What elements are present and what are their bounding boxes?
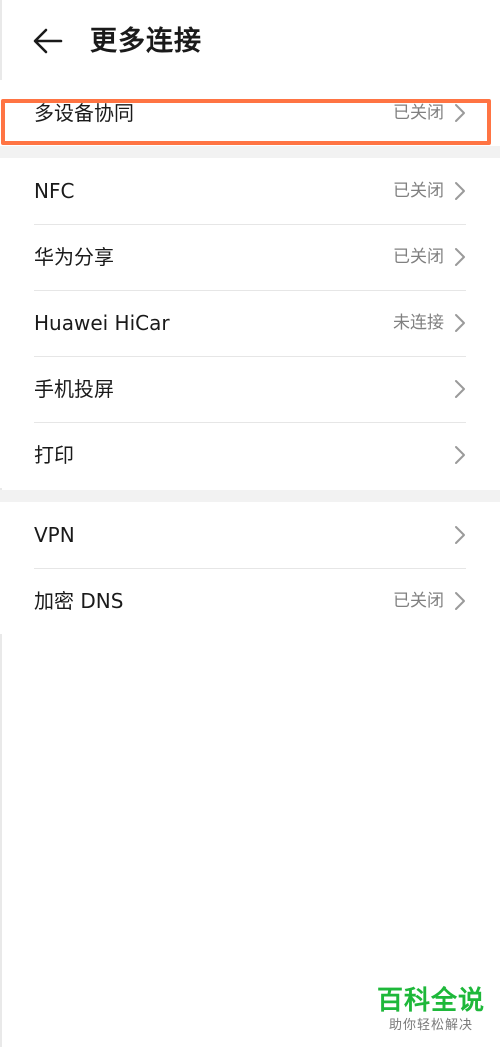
- setting-row-vpn[interactable]: VPN: [34, 502, 466, 568]
- watermark-subtitle: 助你轻松解决: [388, 1018, 473, 1033]
- setting-status: 已关闭: [393, 181, 444, 201]
- section-gap: [0, 146, 500, 158]
- setting-label: 加密 DNS: [34, 589, 124, 613]
- chevron-right-icon: [455, 446, 465, 464]
- section-gap: [0, 490, 500, 502]
- setting-status: 已关闭: [393, 247, 444, 267]
- section-connections: NFC 已关闭 华为分享 已关闭 Huawei HiCar 未连接 手机投屏 打…: [0, 158, 500, 488]
- chevron-right-icon: [455, 592, 465, 610]
- back-button[interactable]: [30, 26, 66, 56]
- setting-label: 手机投屏: [34, 377, 114, 401]
- setting-label: VPN: [34, 523, 75, 547]
- chevron-right-icon: [455, 182, 465, 200]
- setting-label: 华为分享: [34, 245, 114, 269]
- section-multi-device: 多设备协同 已关闭: [0, 80, 500, 146]
- section-network: VPN 加密 DNS 已关闭: [0, 502, 500, 634]
- settings-page: 更多连接 多设备协同 已关闭 NFC 已关闭 华为分享 已关闭 Huawei H…: [0, 0, 500, 1047]
- header: 更多连接: [0, 0, 500, 86]
- setting-label: NFC: [34, 179, 75, 203]
- setting-row-encrypted-dns[interactable]: 加密 DNS 已关闭: [34, 568, 466, 634]
- setting-row-nfc[interactable]: NFC 已关闭: [34, 158, 466, 224]
- chevron-right-icon: [455, 104, 465, 122]
- watermark: 百科全说 助你轻松解决: [376, 985, 486, 1035]
- arrow-left-icon: [33, 28, 63, 54]
- setting-row-huawei-share[interactable]: 华为分享 已关闭: [34, 224, 466, 290]
- setting-label: 打印: [34, 443, 74, 467]
- chevron-right-icon: [455, 526, 465, 544]
- setting-status: 已关闭: [393, 591, 444, 611]
- chevron-right-icon: [455, 314, 465, 332]
- setting-row-print[interactable]: 打印: [34, 422, 466, 488]
- setting-row-screen-projection[interactable]: 手机投屏: [34, 356, 466, 422]
- chevron-right-icon: [455, 380, 465, 398]
- chevron-right-icon: [455, 248, 465, 266]
- page-title: 更多连接: [90, 26, 202, 57]
- setting-label: 多设备协同: [34, 101, 134, 125]
- setting-row-multi-device[interactable]: 多设备协同 已关闭: [34, 80, 466, 146]
- setting-label: Huawei HiCar: [34, 311, 170, 335]
- setting-status: 已关闭: [393, 103, 444, 123]
- setting-row-hicar[interactable]: Huawei HiCar 未连接: [34, 290, 466, 356]
- watermark-title: 百科全说: [376, 986, 485, 1016]
- setting-status: 未连接: [393, 313, 444, 333]
